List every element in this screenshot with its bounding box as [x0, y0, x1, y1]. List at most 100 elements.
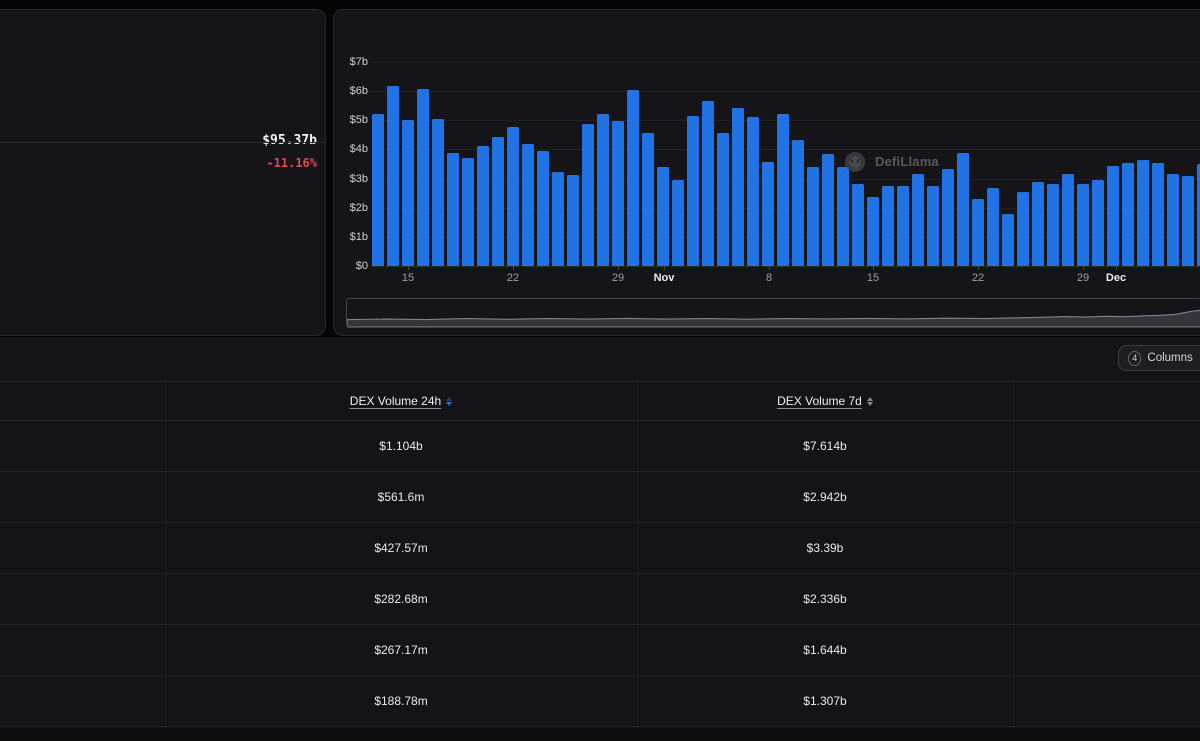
chart-bar[interactable]	[747, 117, 759, 266]
y-axis-label: $3b	[334, 173, 368, 185]
y-axis-label: $6b	[334, 85, 368, 97]
chart-bar[interactable]	[957, 153, 969, 266]
chart-bar[interactable]	[972, 199, 984, 266]
chart-bar[interactable]	[537, 151, 549, 266]
chart-bar[interactable]	[477, 146, 489, 266]
next-row-partial	[0, 728, 1200, 741]
chart-bar[interactable]	[1077, 184, 1089, 266]
columns-dropdown-button[interactable]: 4 Columns ⌄	[1118, 345, 1200, 371]
dex-volume-7d-cell: $7.614b	[637, 421, 1013, 471]
chart-bar[interactable]	[987, 188, 999, 266]
chart-bar[interactable]	[1122, 163, 1134, 266]
columns-count-badge: 4	[1128, 351, 1141, 366]
dex-volume-24h-cell: $1.104b	[165, 421, 637, 471]
chart-bar[interactable]	[702, 101, 714, 266]
table-row[interactable]: $427.57m $3.39b	[0, 523, 1200, 574]
total-volume-value: $95.37b	[262, 133, 317, 148]
sort-icon[interactable]	[867, 397, 873, 406]
chart-bar[interactable]	[897, 186, 909, 266]
chart-bar[interactable]	[1017, 192, 1029, 266]
x-axis-tick	[1116, 266, 1117, 270]
chart-bar[interactable]	[1002, 214, 1014, 266]
chart-bar[interactable]	[432, 119, 444, 266]
table-row[interactable]: $267.17m $1.644b	[0, 625, 1200, 676]
y-axis-label: $1b	[334, 231, 368, 243]
chart-bar[interactable]	[552, 172, 564, 266]
table-controls-row: 4 Columns ⌄	[0, 337, 1200, 381]
chart-bar[interactable]	[1182, 176, 1194, 266]
chart-bar[interactable]	[522, 144, 534, 266]
sort-icon[interactable]	[446, 397, 452, 406]
chart-bar[interactable]	[627, 90, 639, 266]
chart-bar[interactable]	[777, 114, 789, 266]
chart-bar[interactable]	[1137, 160, 1149, 266]
chart-bar[interactable]	[597, 114, 609, 266]
chart-bar[interactable]	[927, 186, 939, 266]
chart-bar[interactable]	[912, 174, 924, 266]
chart-bar[interactable]	[372, 114, 384, 266]
x-axis-tick	[618, 266, 619, 270]
chart-bar[interactable]	[822, 154, 834, 266]
header-label[interactable]: DEX Volume 24h	[350, 394, 441, 408]
bar-chart[interactable]: $0$1b$2b$3b$4b$5b$6b$7b152229Nov8152229D…	[334, 10, 1200, 335]
dex-volume-7d-cell: $2.942b	[637, 472, 1013, 522]
x-axis-tick	[873, 266, 874, 270]
chart-bar[interactable]	[1062, 174, 1074, 266]
chart-bar[interactable]	[1107, 166, 1119, 266]
table-row[interactable]: $282.68m $2.336b	[0, 574, 1200, 625]
y-axis-label: $0	[334, 260, 368, 272]
chart-bar[interactable]	[852, 184, 864, 266]
chart-bar[interactable]	[1167, 174, 1179, 266]
chart-bar[interactable]	[762, 162, 774, 266]
chart-bar[interactable]	[792, 140, 804, 266]
chart-bar[interactable]	[612, 121, 624, 266]
table-row[interactable]: $561.6m $2.942b	[0, 472, 1200, 523]
volume-change-percent: -11.16%	[266, 156, 317, 170]
chart-bar[interactable]	[507, 127, 519, 266]
chart-bar[interactable]	[1032, 182, 1044, 266]
chart-bar[interactable]	[672, 180, 684, 266]
chart-bar[interactable]	[447, 153, 459, 266]
y-axis-label: $7b	[334, 56, 368, 68]
dex-volume-24h-cell: $561.6m	[165, 472, 637, 522]
chart-range-brush[interactable]	[346, 298, 1200, 328]
chart-bar[interactable]	[882, 186, 894, 266]
chart-bar[interactable]	[1047, 184, 1059, 266]
table-row[interactable]: $1.104b $7.614b	[0, 421, 1200, 472]
dex-volume-24h-cell: $188.78m	[165, 676, 637, 726]
chart-bar[interactable]	[942, 169, 954, 266]
chart-bar[interactable]	[687, 116, 699, 266]
chart-bar[interactable]	[1092, 180, 1104, 266]
chart-bar[interactable]	[867, 197, 879, 266]
chart-bar[interactable]	[1152, 163, 1164, 266]
y-axis-label: $5b	[334, 114, 368, 126]
chart-bar[interactable]	[402, 120, 414, 266]
chart-bar[interactable]	[837, 167, 849, 266]
table-row[interactable]: $188.78m $1.307b	[0, 676, 1200, 727]
stats-panel: $95.37b -11.16%	[0, 9, 326, 336]
dex-volume-7d-cell: $2.336b	[637, 574, 1013, 624]
chart-bar[interactable]	[417, 89, 429, 266]
x-axis-label: Nov	[654, 272, 675, 284]
chart-bar[interactable]	[717, 133, 729, 266]
chart-bar[interactable]	[582, 124, 594, 266]
stats-divider	[0, 142, 325, 143]
table-header-row: DEX Volume 24h DEX Volume 7d	[0, 381, 1200, 421]
header-label[interactable]: DEX Volume 7d	[777, 394, 862, 408]
chart-bar[interactable]	[567, 175, 579, 266]
column-header-dex-volume-7d[interactable]: DEX Volume 7d	[637, 382, 1013, 420]
x-axis-tick	[513, 266, 514, 270]
chart-bar[interactable]	[657, 167, 669, 266]
page: $95.37b -11.16% $0$1b$2b$3b$4b$5b$6b$7b1…	[0, 0, 1200, 741]
chart-bar[interactable]	[807, 167, 819, 266]
chart-bar[interactable]	[642, 133, 654, 266]
column-separator	[637, 381, 638, 728]
chart-bar[interactable]	[462, 158, 474, 266]
chart-bar[interactable]	[387, 86, 399, 266]
dex-volume-24h-cell: $267.17m	[165, 625, 637, 675]
column-header-dex-volume-24h[interactable]: DEX Volume 24h	[165, 382, 637, 420]
chart-bar[interactable]	[492, 137, 504, 266]
columns-button-label: Columns	[1147, 352, 1192, 364]
dex-volume-7d-cell: $1.307b	[637, 676, 1013, 726]
chart-bar[interactable]	[732, 108, 744, 266]
